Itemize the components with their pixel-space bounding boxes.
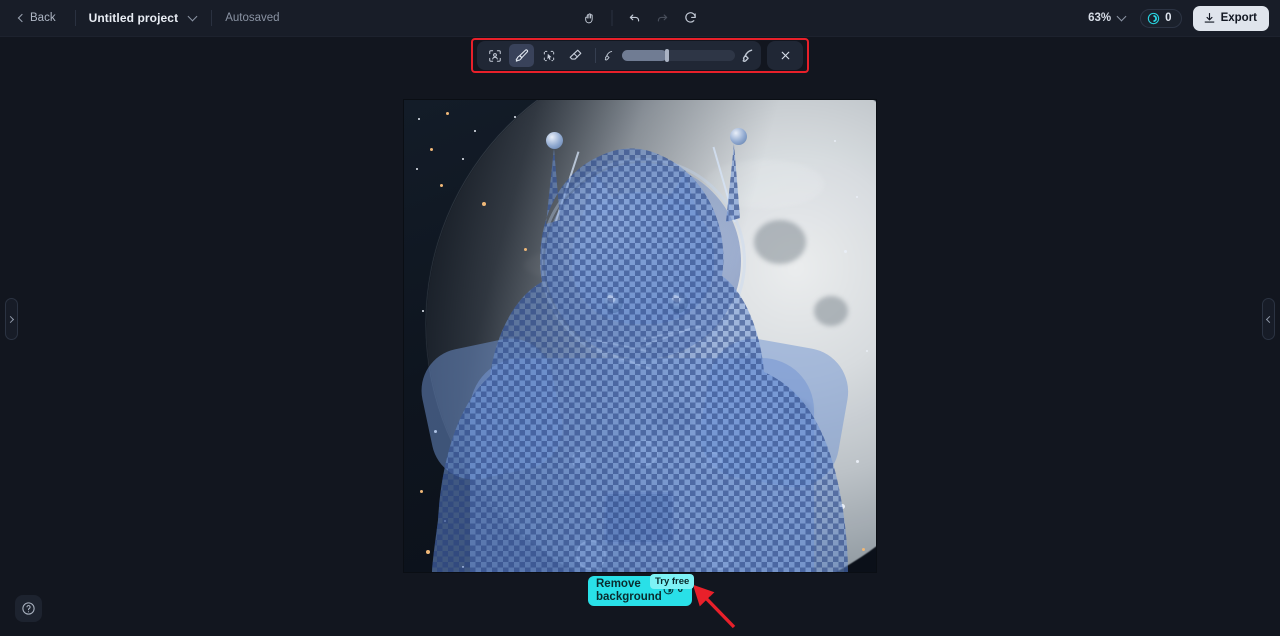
- chevron-down-icon: [1116, 11, 1127, 21]
- help-button[interactable]: [15, 595, 42, 622]
- divider: [74, 10, 76, 26]
- edit-toolbar-highlight: [471, 38, 809, 73]
- right-panel-handle[interactable]: [1262, 298, 1275, 340]
- cat-astronaut-subject[interactable]: [404, 100, 876, 572]
- brush-size-slider-fill: [622, 50, 668, 61]
- brush-size-slider-handle[interactable]: [665, 49, 670, 62]
- history-toolbar: [578, 0, 703, 36]
- brush-large-icon[interactable]: [741, 48, 756, 63]
- reset-icon[interactable]: [678, 6, 703, 31]
- brush-icon[interactable]: [509, 44, 534, 67]
- download-icon: [1204, 12, 1214, 23]
- antenna-ball-left: [546, 132, 563, 149]
- undo-icon[interactable]: [622, 6, 647, 31]
- edit-toolbar: [477, 41, 761, 70]
- chevron-left-icon: [17, 13, 27, 23]
- left-panel-handle[interactable]: [5, 298, 18, 340]
- save-status: Autosaved: [225, 12, 280, 24]
- close-toolbar-panel: [767, 41, 803, 70]
- close-icon[interactable]: [773, 44, 798, 67]
- divider: [611, 10, 613, 26]
- export-button-label: Export: [1220, 12, 1257, 24]
- project-name[interactable]: Untitled project: [89, 11, 179, 25]
- credits-badge[interactable]: 0: [1140, 8, 1182, 28]
- artboard[interactable]: [404, 100, 876, 572]
- export-button[interactable]: Export: [1192, 5, 1269, 31]
- brush-small-icon[interactable]: [603, 49, 616, 62]
- zoom-control[interactable]: 63%: [1086, 9, 1129, 27]
- image-editor-app: Back Untitled project Autosaved 63% 0 Ex…: [0, 0, 1280, 636]
- eraser-icon[interactable]: [563, 44, 588, 67]
- back-button-label: Back: [30, 12, 56, 24]
- top-bar-right: 63% 0 Export: [1086, 0, 1269, 36]
- remove-background-button[interactable]: Remove background 0 Try free: [588, 574, 695, 606]
- credit-coin-icon: [1147, 12, 1160, 24]
- chevron-down-icon[interactable]: [187, 11, 198, 21]
- auto-select-subject-icon[interactable]: [482, 44, 507, 67]
- magic-select-icon[interactable]: [536, 44, 561, 67]
- antenna-ball-right: [730, 128, 747, 145]
- back-button[interactable]: Back: [13, 8, 62, 28]
- chevron-right-icon: [6, 315, 15, 323]
- top-bar: Back Untitled project Autosaved 63% 0 Ex…: [0, 0, 1280, 37]
- top-bar-left: Back Untitled project Autosaved: [0, 0, 280, 36]
- pan-hand-icon[interactable]: [578, 6, 603, 31]
- brush-size-slider[interactable]: [622, 49, 735, 62]
- remove-background-cta: Remove background 0 Try free: [588, 574, 695, 606]
- redo-icon: [650, 6, 675, 31]
- divider: [211, 10, 213, 26]
- canvas-stage[interactable]: [0, 37, 1280, 636]
- brush-size-control: [603, 48, 756, 63]
- zoom-level-value: 63%: [1088, 12, 1112, 24]
- try-free-badge[interactable]: Try free: [650, 574, 695, 589]
- divider: [595, 48, 596, 63]
- chevron-left-icon: [1265, 315, 1274, 323]
- question-mark-icon: [22, 602, 35, 615]
- credits-value: 0: [1165, 12, 1172, 24]
